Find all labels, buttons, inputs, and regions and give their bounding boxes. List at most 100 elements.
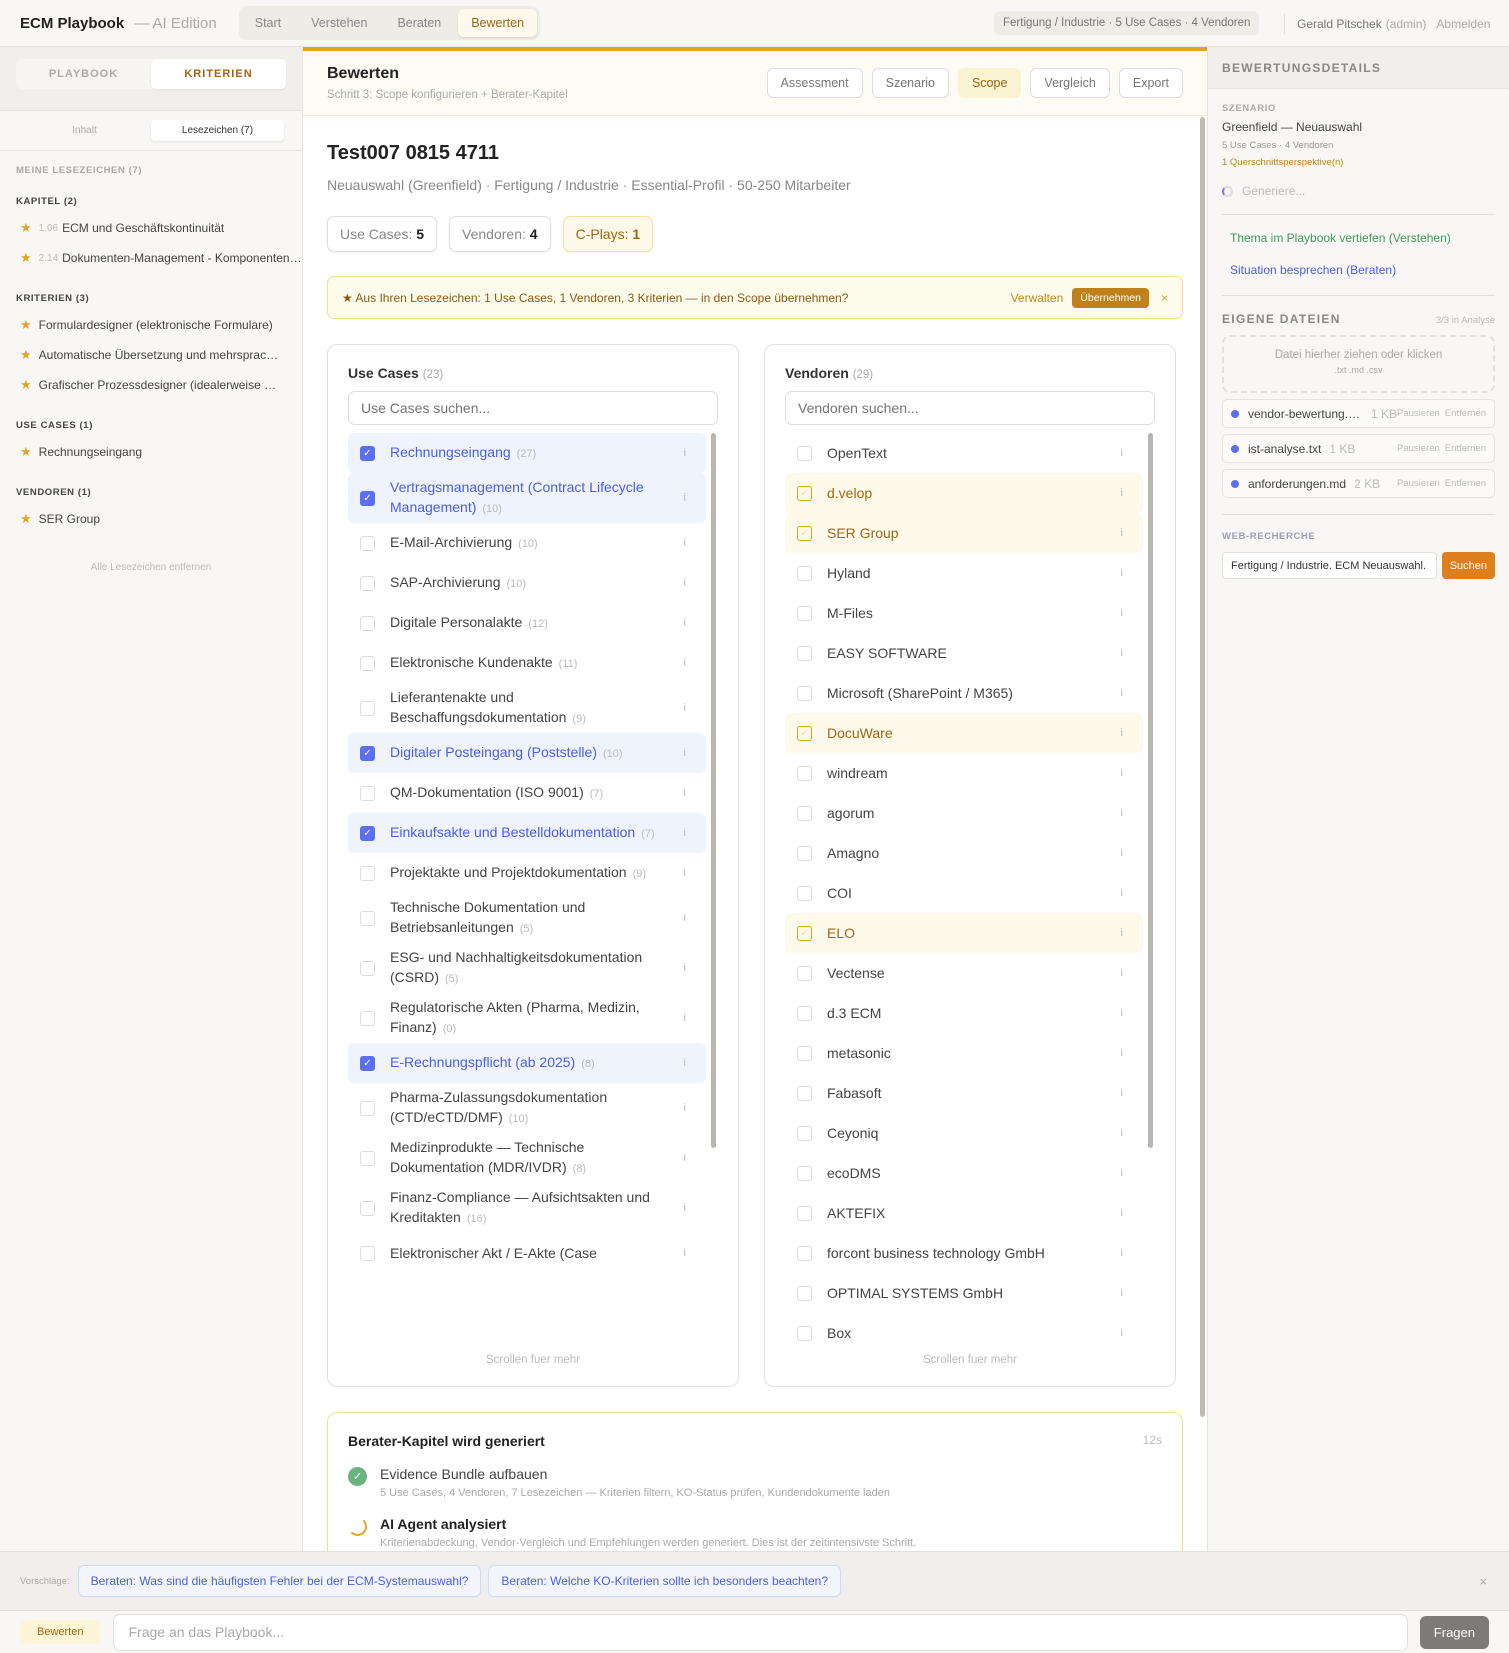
pause-button[interactable]: Pausieren	[1397, 478, 1440, 489]
checkbox[interactable]	[797, 1285, 812, 1301]
checkbox[interactable]	[797, 1125, 812, 1141]
pause-button[interactable]: Pausieren	[1397, 443, 1440, 454]
list-item[interactable]: Lieferantenakte und Beschaffungsdokument…	[348, 683, 706, 733]
list-item[interactable]: metasonic i	[785, 1033, 1143, 1073]
checkbox[interactable]	[360, 1010, 375, 1026]
checkbox[interactable]	[360, 1200, 375, 1216]
checkbox[interactable]	[797, 1245, 812, 1261]
checkbox[interactable]: ✓	[360, 445, 375, 461]
list-item[interactable]: Medizinprodukte — Technische Dokumentati…	[348, 1133, 706, 1183]
checkbox[interactable]: ✓	[360, 1055, 375, 1071]
step-szenario[interactable]: Szenario	[871, 68, 949, 98]
list-item[interactable]: Digitale Personalakte (12) i	[348, 603, 706, 643]
step-vergleich[interactable]: Vergleich	[1030, 68, 1110, 98]
web-search-input[interactable]	[1222, 552, 1437, 579]
info-icon[interactable]: i	[1121, 1047, 1123, 1059]
info-icon[interactable]: i	[684, 492, 686, 504]
info-icon[interactable]: i	[684, 1152, 686, 1164]
clear-bookmarks-link[interactable]: Alle Lesezeichen entfernen	[0, 562, 302, 573]
checkbox[interactable]	[360, 655, 375, 671]
list-item[interactable]: Box i	[785, 1313, 1143, 1341]
list-item[interactable]: Fabasoft i	[785, 1073, 1143, 1113]
checkbox[interactable]: ✓	[360, 745, 375, 761]
checkbox[interactable]	[360, 1150, 375, 1166]
list-item[interactable]: Vectense i	[785, 953, 1143, 993]
list-item[interactable]: ✓ SER Group i	[785, 513, 1143, 553]
checkbox[interactable]: ✓	[360, 825, 375, 841]
bookmark-item[interactable]: ★ 1.06 ECM und Geschäftskontinuität	[0, 213, 302, 243]
list-item[interactable]: Finanz-Compliance — Aufsichtsakten und K…	[348, 1183, 706, 1233]
nav-bewerten[interactable]: Bewerten	[458, 9, 538, 37]
info-icon[interactable]: i	[684, 447, 686, 459]
info-icon[interactable]: i	[684, 867, 686, 879]
info-icon[interactable]: i	[1121, 1167, 1123, 1179]
info-icon[interactable]: i	[1121, 887, 1123, 899]
list-item[interactable]: Microsoft (SharePoint / M365) i	[785, 673, 1143, 713]
manage-link[interactable]: Verwalten	[1011, 291, 1064, 305]
checkbox[interactable]	[797, 1005, 812, 1021]
checkbox[interactable]: ✓	[797, 725, 812, 741]
list-item[interactable]: Projektakte und Projektdokumentation (9) i	[348, 853, 706, 893]
main-scrollbar[interactable]	[1200, 117, 1205, 1417]
suggestion-chip[interactable]: Beraten: Was sind die häufigsten Fehler …	[77, 1565, 482, 1597]
list-item[interactable]: E-Mail-Archivierung (10) i	[348, 523, 706, 563]
usecases-search-input[interactable]	[348, 391, 718, 425]
info-icon[interactable]: i	[1121, 527, 1123, 539]
checkbox[interactable]	[360, 535, 375, 551]
list-item[interactable]: M-Files i	[785, 593, 1143, 633]
file-dropzone[interactable]: Datei hierher ziehen oder klicken .txt .m…	[1222, 335, 1495, 393]
checkbox[interactable]	[797, 645, 812, 661]
vendors-search-input[interactable]	[785, 391, 1155, 425]
list-item[interactable]: ecoDMS i	[785, 1153, 1143, 1193]
checkbox[interactable]	[797, 845, 812, 861]
list-item[interactable]: Hyland i	[785, 553, 1143, 593]
info-icon[interactable]: i	[684, 1247, 686, 1259]
list-item[interactable]: QM-Dokumentation (ISO 9001) (7) i	[348, 773, 706, 813]
checkbox[interactable]	[360, 910, 375, 926]
list-item[interactable]: Elektronische Kundenakte (11) i	[348, 643, 706, 683]
bookmark-item[interactable]: ★ Formulardesigner (elektronische Formula…	[0, 310, 302, 340]
checkbox[interactable]	[797, 1165, 812, 1181]
list-item[interactable]: AKTEFIX i	[785, 1193, 1143, 1233]
info-icon[interactable]: i	[1121, 1007, 1123, 1019]
link-beraten[interactable]: Situation besprechen (Beraten)	[1230, 263, 1495, 277]
list-item[interactable]: Pharma-Zulassungsdokumentation (CTD/eCTD…	[348, 1083, 706, 1133]
bookmark-item[interactable]: ★ 2.14 Dokumenten-Management - Komponenten…	[0, 243, 302, 273]
checkbox[interactable]: ✓	[797, 925, 812, 941]
info-icon[interactable]: i	[684, 827, 686, 839]
info-icon[interactable]: i	[684, 657, 686, 669]
list-item[interactable]: ✓ DocuWare i	[785, 713, 1143, 753]
checkbox[interactable]	[360, 700, 375, 716]
nav-beraten[interactable]: Beraten	[384, 9, 454, 37]
checkbox[interactable]	[360, 1100, 375, 1116]
list-item[interactable]: ✓ Rechnungseingang (27) i	[348, 433, 706, 473]
list-item[interactable]: OPTIMAL SYSTEMS GmbH i	[785, 1273, 1143, 1313]
info-icon[interactable]: i	[1121, 967, 1123, 979]
nav-verstehen[interactable]: Verstehen	[298, 9, 380, 37]
subtab-lesezeichen[interactable]: Lesezeichen (7)	[151, 120, 284, 141]
info-icon[interactable]: i	[1121, 567, 1123, 579]
info-icon[interactable]: i	[1121, 487, 1123, 499]
checkbox[interactable]	[797, 1045, 812, 1061]
checkbox[interactable]	[797, 1085, 812, 1101]
list-item[interactable]: Amagno i	[785, 833, 1143, 873]
info-icon[interactable]: i	[684, 577, 686, 589]
info-icon[interactable]: i	[684, 537, 686, 549]
info-icon[interactable]: i	[1121, 1127, 1123, 1139]
checkbox[interactable]: ✓	[360, 490, 375, 506]
web-search-button[interactable]: Suchen	[1441, 552, 1495, 579]
info-icon[interactable]: i	[684, 1012, 686, 1024]
info-icon[interactable]: i	[1121, 1327, 1123, 1339]
step-export[interactable]: Export	[1118, 68, 1183, 98]
info-icon[interactable]: i	[684, 1057, 686, 1069]
remove-button[interactable]: Entfernen	[1445, 443, 1486, 454]
list-item[interactable]: forcont business technology GmbH i	[785, 1233, 1143, 1273]
checkbox[interactable]	[797, 445, 812, 461]
info-icon[interactable]: i	[1121, 807, 1123, 819]
info-icon[interactable]: i	[1121, 1247, 1123, 1259]
list-item[interactable]: agorum i	[785, 793, 1143, 833]
list-item[interactable]: ✓ d.velop i	[785, 473, 1143, 513]
list-item[interactable]: Elektronischer Akt / E-Akte (Case i	[348, 1233, 706, 1273]
checkbox[interactable]: ✓	[797, 525, 812, 541]
tab-playbook[interactable]: PLAYBOOK	[16, 59, 151, 89]
